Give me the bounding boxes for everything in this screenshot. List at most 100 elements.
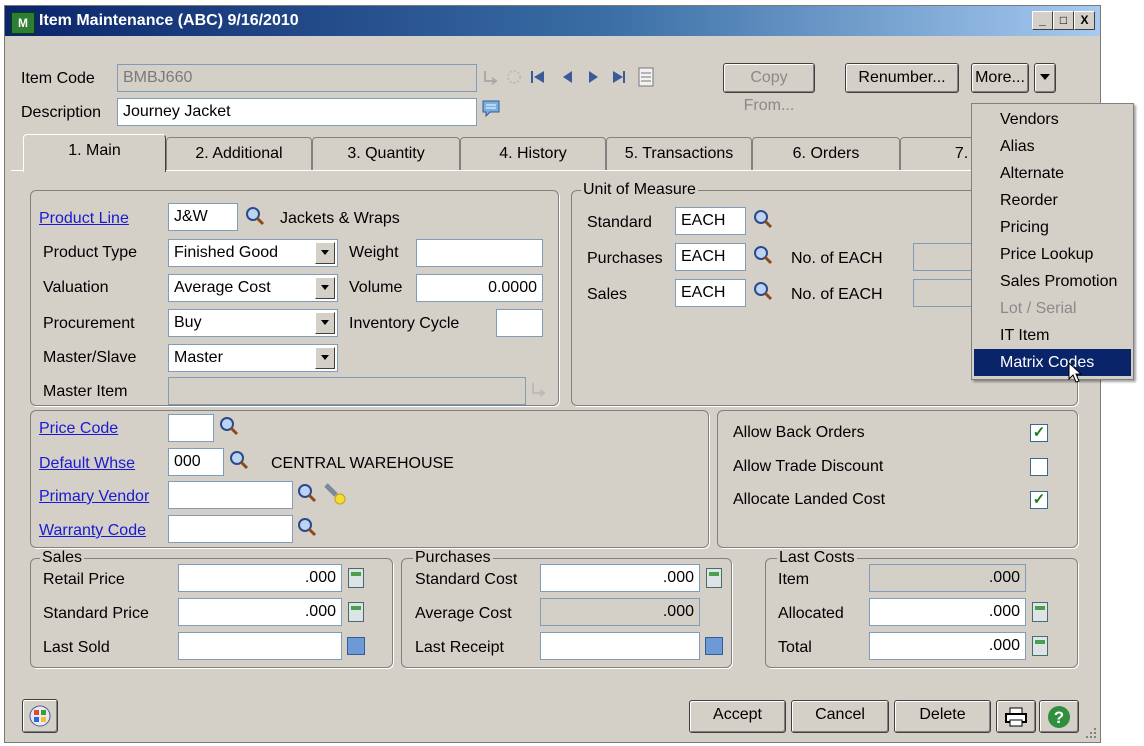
tab-main[interactable]: 1. Main — [23, 134, 166, 172]
procurement-dropdown-arrow[interactable] — [315, 312, 335, 334]
standard-price-field[interactable]: .000 — [178, 598, 342, 626]
sales-conversion-field[interactable] — [913, 279, 973, 307]
maximize-button[interactable]: □ — [1053, 11, 1074, 30]
default-whse-description: CENTRAL WAREHOUSE — [271, 455, 454, 472]
warranty-code-link[interactable]: Warranty Code — [39, 522, 146, 540]
uom-purchases-lookup-icon[interactable] — [753, 245, 773, 265]
copy-from-button[interactable]: Copy From... — [723, 63, 815, 114]
purchases-conversion-field[interactable] — [913, 243, 973, 271]
uom-standard-lookup-icon[interactable] — [753, 209, 773, 229]
price-code-link[interactable]: Price Code — [39, 420, 118, 438]
tab-quantity[interactable]: 3. Quantity — [312, 137, 460, 170]
minimize-button[interactable]: _ — [1032, 11, 1053, 30]
product-line-link[interactable]: Product Line — [39, 210, 129, 228]
close-button[interactable]: X — [1074, 11, 1095, 30]
allow-trade-discount-checkbox[interactable] — [1030, 458, 1048, 476]
memo-icon[interactable] — [481, 99, 501, 119]
standard-price-calculator-icon[interactable] — [348, 602, 364, 622]
list-icon[interactable] — [638, 67, 654, 87]
uom-sales-field[interactable]: EACH — [675, 279, 746, 307]
inventory-cycle-field[interactable] — [496, 309, 543, 337]
menu-item-pricing[interactable]: Pricing — [974, 214, 1131, 241]
warranty-code-field[interactable] — [168, 515, 293, 543]
standard-cost-calculator-icon[interactable] — [706, 568, 722, 588]
last-sold-calendar-icon[interactable] — [347, 637, 365, 655]
default-whse-link[interactable]: Default Whse — [39, 455, 135, 473]
menu-item-alias[interactable]: Alias — [974, 133, 1131, 160]
product-type-dropdown-arrow[interactable] — [315, 242, 335, 264]
master-slave-dropdown-arrow[interactable] — [315, 347, 335, 369]
resize-grip-icon[interactable] — [1082, 724, 1098, 740]
renumber-button[interactable]: Renumber... — [845, 63, 959, 93]
more-menu: Vendors Alias Alternate Reorder Pricing … — [971, 103, 1134, 380]
item-code-label: Item Code — [21, 70, 95, 87]
accept-button[interactable]: Accept — [689, 700, 786, 733]
tab-history[interactable]: 4. History — [460, 137, 606, 170]
more-button[interactable]: More... — [971, 63, 1029, 93]
primary-vendor-link[interactable]: Primary Vendor — [39, 488, 149, 506]
allocated-calculator-icon[interactable] — [1032, 602, 1048, 622]
primary-vendor-lookup-icon[interactable] — [297, 483, 317, 503]
print-button[interactable] — [996, 700, 1036, 733]
description-field[interactable]: Journey Jacket — [117, 98, 477, 126]
default-whse-lookup-icon[interactable] — [229, 450, 249, 470]
price-code-field[interactable] — [168, 414, 214, 442]
menu-item-reorder[interactable]: Reorder — [974, 187, 1131, 214]
allocated-field[interactable]: .000 — [869, 598, 1026, 626]
last-cost-item-field: .000 — [869, 564, 1026, 592]
item-code-field[interactable]: BMBJ660 — [117, 64, 477, 92]
tab-transactions[interactable]: 5. Transactions — [606, 137, 752, 170]
menu-item-price-lookup[interactable]: Price Lookup — [974, 241, 1131, 268]
menu-item-sales-promotion[interactable]: Sales Promotion — [974, 268, 1131, 295]
price-code-lookup-icon[interactable] — [219, 416, 239, 436]
first-record-icon[interactable] — [529, 69, 547, 85]
master-item-field[interactable] — [168, 377, 526, 405]
windows-logo-button[interactable] — [22, 699, 58, 733]
cancel-button[interactable]: Cancel — [791, 700, 889, 733]
allow-back-orders-checkbox[interactable]: ✓ — [1030, 424, 1048, 442]
product-line-field[interactable]: J&W — [168, 203, 238, 231]
more-dropdown-button[interactable] — [1034, 63, 1056, 93]
uom-sales-lookup-icon[interactable] — [753, 281, 773, 301]
last-receipt-field[interactable] — [540, 632, 700, 660]
next-record-icon[interactable] — [587, 69, 601, 85]
warranty-code-lookup-icon[interactable] — [297, 517, 317, 537]
master-item-lookup-arrow-icon[interactable] — [529, 379, 549, 401]
menu-item-it-item[interactable]: IT Item — [974, 322, 1131, 349]
windows-logo-icon — [29, 705, 51, 727]
uom-purchases-field[interactable]: EACH — [675, 243, 746, 271]
uom-standard-field[interactable]: EACH — [675, 207, 746, 235]
total-calculator-icon[interactable] — [1032, 636, 1048, 656]
default-whse-field[interactable]: 000 — [168, 448, 224, 476]
lookup-arrow-icon[interactable] — [481, 67, 501, 89]
menu-item-alternate[interactable]: Alternate — [974, 160, 1131, 187]
title-bar[interactable]: M Item Maintenance (ABC) 9/16/2010 _ □ X — [5, 6, 1100, 36]
procurement-select[interactable]: Buy — [168, 309, 338, 337]
retail-price-calculator-icon[interactable] — [348, 568, 364, 588]
allocate-landed-cost-checkbox[interactable]: ✓ — [1030, 491, 1048, 509]
weight-field[interactable] — [416, 239, 543, 267]
last-sold-field[interactable] — [178, 632, 342, 660]
tab-additional[interactable]: 2. Additional — [166, 137, 312, 170]
menu-item-vendors[interactable]: Vendors — [974, 106, 1131, 133]
help-button[interactable]: ? — [1039, 700, 1079, 733]
dots-icon[interactable] — [505, 67, 523, 87]
valuation-dropdown-arrow[interactable] — [315, 277, 335, 299]
vendor-flashlight-icon[interactable] — [323, 482, 347, 506]
previous-record-icon[interactable] — [560, 69, 574, 85]
last-record-icon[interactable] — [610, 69, 628, 85]
master-slave-select[interactable]: Master — [168, 344, 338, 372]
volume-field[interactable]: 0.0000 — [416, 274, 543, 302]
delete-button[interactable]: Delete — [894, 700, 991, 733]
standard-cost-field[interactable]: .000 — [540, 564, 700, 592]
retail-price-field[interactable]: .000 — [178, 564, 342, 592]
tab-orders[interactable]: 6. Orders — [752, 137, 900, 170]
mouse-cursor-icon — [1068, 362, 1082, 383]
product-line-lookup-icon[interactable] — [245, 206, 265, 226]
total-field[interactable]: .000 — [869, 632, 1026, 660]
menu-item-matrix-codes[interactable]: Matrix Codes — [974, 349, 1131, 376]
primary-vendor-field[interactable] — [168, 481, 293, 509]
last-receipt-calendar-icon[interactable] — [705, 637, 723, 655]
product-type-select[interactable]: Finished Good — [168, 239, 338, 267]
valuation-select[interactable]: Average Cost — [168, 274, 338, 302]
